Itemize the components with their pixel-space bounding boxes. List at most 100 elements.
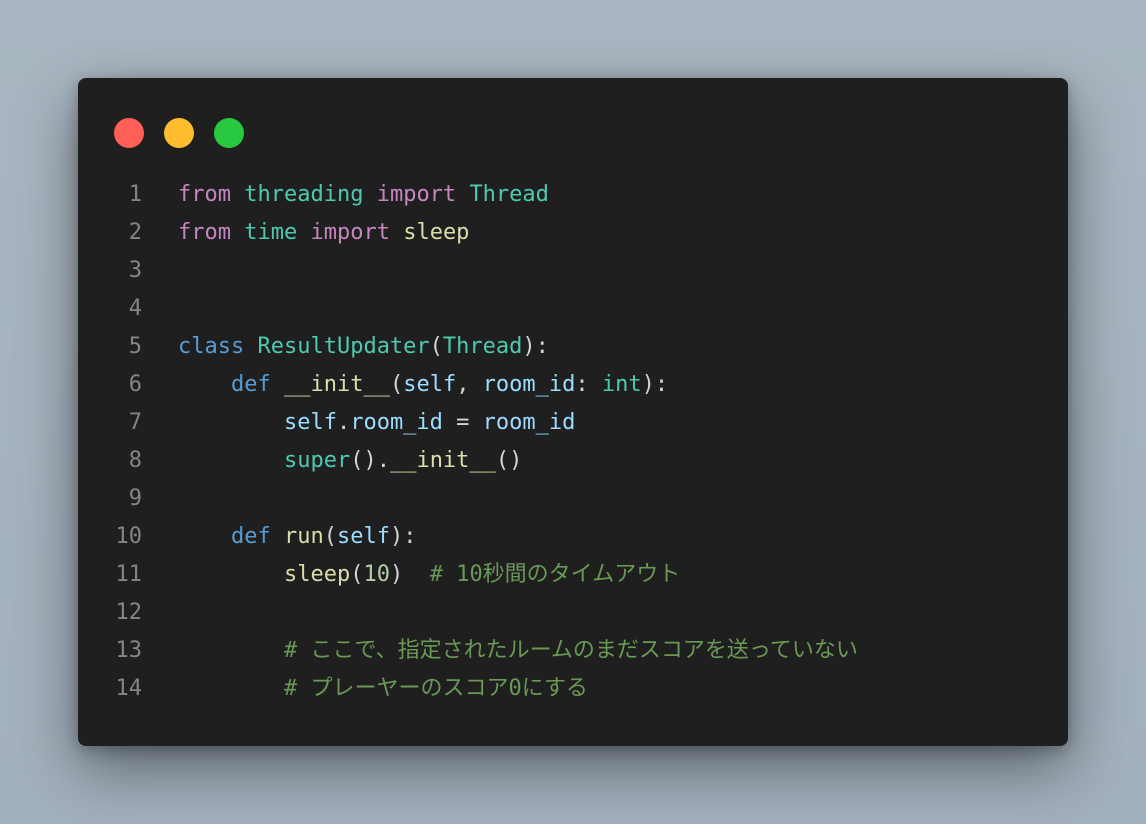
punctuation: ()	[495, 448, 523, 473]
code-line: 10 def run(self):	[78, 518, 1068, 556]
line-source: # プレーヤーのスコア0にする	[178, 670, 588, 708]
line-source: self.room_id = room_id	[178, 404, 575, 442]
comment: # プレーヤーのスコア0にする	[283, 676, 588, 701]
keyword: from	[178, 220, 231, 245]
number: 10	[363, 562, 390, 587]
line-source: from time import sleep	[178, 214, 469, 252]
variable: room_id	[482, 410, 576, 435]
function-name: run	[283, 524, 324, 549]
line-source: # ここで、指定されたルームのまだスコアを送っていない	[178, 632, 858, 670]
punctuation: ().	[350, 448, 390, 473]
comment: # ここで、指定されたルームのまだスコアを送っていない	[283, 638, 858, 663]
builtin-name: super	[283, 448, 351, 473]
line-number: 9	[128, 486, 142, 511]
line-number: 4	[128, 296, 142, 321]
parameter: self	[336, 524, 390, 549]
code-line: 8 super().__init__()	[78, 442, 1068, 480]
class-name: ResultUpdater	[257, 334, 430, 359]
close-button[interactable]	[114, 118, 144, 148]
punctuation: (	[389, 372, 404, 397]
parameter: room_id	[482, 372, 576, 397]
code-line: 9	[78, 480, 1068, 518]
window-controls	[114, 118, 244, 148]
code-line: 1 from threading import Thread	[78, 176, 1068, 214]
keyword: import	[376, 182, 457, 207]
code-line: 5 class ResultUpdater(Thread):	[78, 328, 1068, 366]
variable: self	[283, 410, 337, 435]
punctuation: ):	[522, 334, 549, 359]
punctuation: )	[389, 562, 430, 587]
code-line: 12	[78, 594, 1068, 632]
comment: # 10秒間のタイムアウト	[429, 562, 681, 587]
line-number: 13	[115, 638, 143, 663]
line-source: super().__init__()	[178, 442, 522, 480]
code-window: 1 from threading import Thread 2 from ti…	[78, 78, 1068, 746]
function-name: sleep	[283, 562, 351, 587]
function-name: sleep	[403, 220, 470, 245]
code-line: 4	[78, 290, 1068, 328]
keyword: def	[230, 524, 271, 549]
function-name: __init__	[283, 372, 390, 397]
code-line: 7 self.room_id = room_id	[78, 404, 1068, 442]
line-number: 12	[115, 600, 143, 625]
minimize-button[interactable]	[164, 118, 194, 148]
keyword: import	[310, 220, 390, 245]
punctuation: ):	[389, 524, 417, 549]
line-number: 3	[128, 258, 142, 283]
code-line: 2 from time import sleep	[78, 214, 1068, 252]
module-name: threading	[244, 182, 364, 207]
punctuation: (	[429, 334, 443, 359]
line-source: def run(self):	[178, 518, 416, 556]
class-name: Thread	[469, 182, 549, 207]
code-line: 13 # ここで、指定されたルームのまだスコアを送っていない	[78, 632, 1068, 670]
line-number: 6	[128, 372, 142, 397]
keyword: from	[178, 182, 231, 207]
type-name: int	[601, 372, 642, 397]
operator: =	[442, 410, 483, 435]
line-number: 5	[128, 334, 142, 359]
line-source: def __init__(self, room_id: int):	[178, 366, 668, 404]
line-source: from threading import Thread	[178, 176, 549, 214]
code-line: 11 sleep(10) # 10秒間のタイムアウト	[78, 556, 1068, 594]
keyword: class	[178, 334, 245, 359]
line-number: 7	[128, 410, 142, 435]
line-number: 10	[115, 524, 143, 549]
variable: room_id	[350, 410, 443, 435]
punctuation: :	[575, 372, 602, 397]
code-block: 1 from threading import Thread 2 from ti…	[78, 176, 1068, 708]
punctuation: (	[350, 562, 364, 587]
punctuation: .	[336, 410, 351, 435]
module-name: time	[244, 220, 298, 245]
function-name: __init__	[389, 448, 496, 473]
code-line: 6 def __init__(self, room_id: int):	[78, 366, 1068, 404]
line-number: 1	[128, 182, 142, 207]
line-number: 2	[128, 220, 142, 245]
class-name: Thread	[442, 334, 523, 359]
parameter: self	[403, 372, 457, 397]
code-line: 3	[78, 252, 1068, 290]
punctuation: ):	[641, 372, 669, 397]
punctuation: ,	[456, 372, 483, 397]
maximize-button[interactable]	[214, 118, 244, 148]
line-number: 8	[128, 448, 142, 473]
code-line: 14 # プレーヤーのスコア0にする	[78, 670, 1068, 708]
line-number: 11	[115, 562, 143, 587]
keyword: def	[230, 372, 271, 397]
line-number: 14	[115, 676, 143, 701]
